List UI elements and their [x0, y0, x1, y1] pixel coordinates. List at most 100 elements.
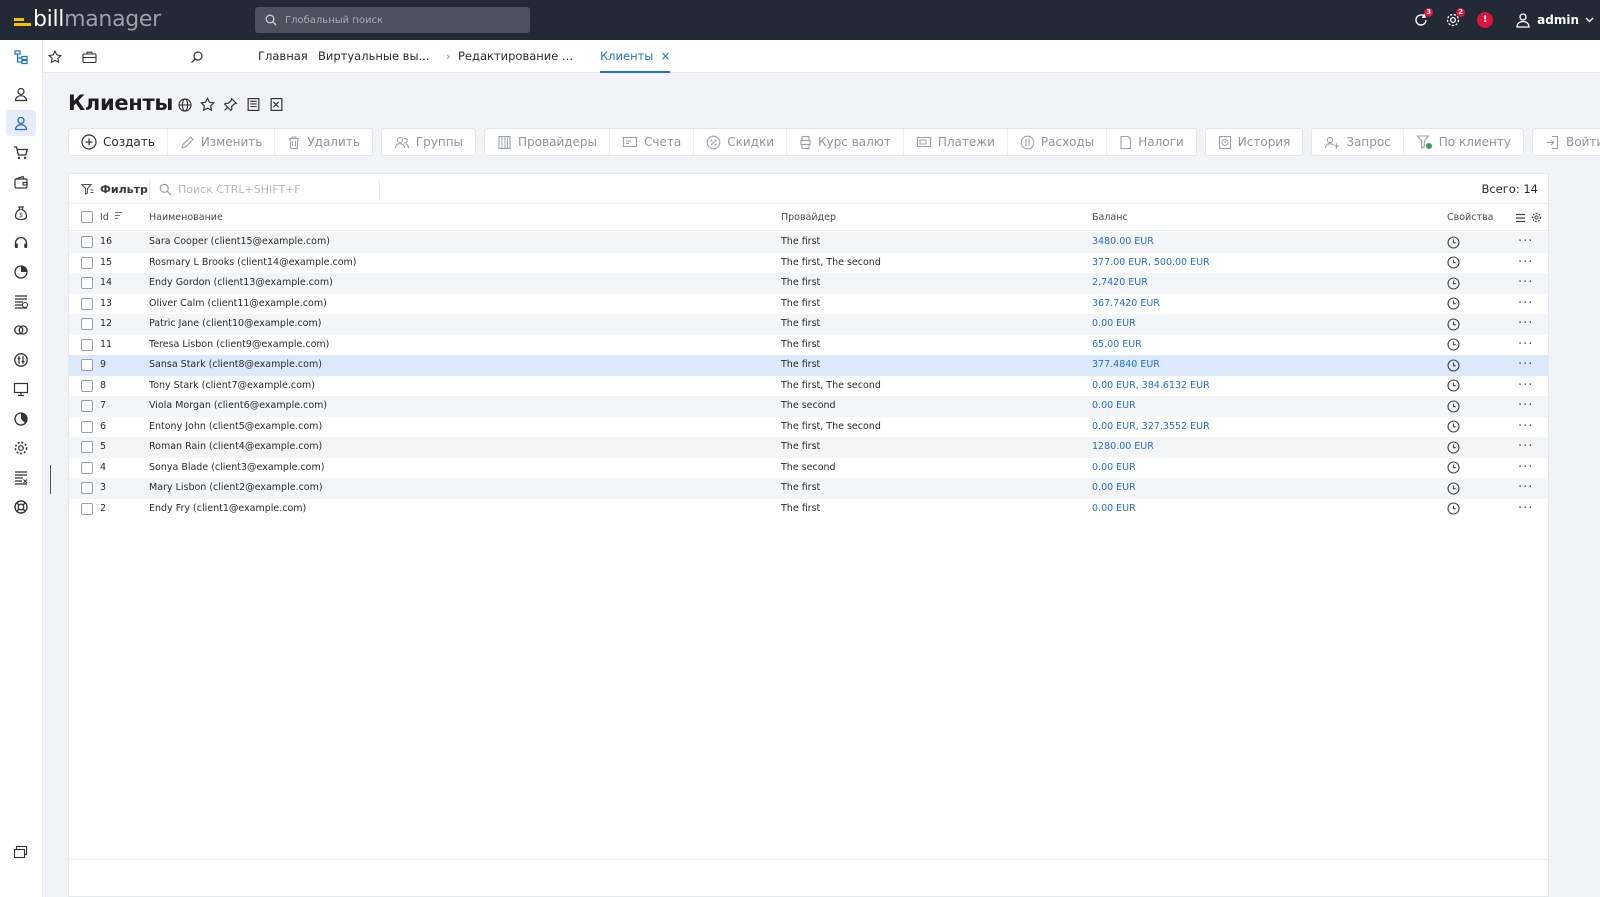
row-more-button[interactable]: ···: [1518, 398, 1533, 419]
sync-notifications-button[interactable]: 3: [1405, 0, 1437, 40]
column-id[interactable]: Id: [100, 204, 123, 231]
rail-settings[interactable]: [6, 435, 36, 461]
table-row[interactable]: 7 Viola Morgan (client6@example.com) The s…: [69, 396, 1548, 417]
rail-money[interactable]: $: [6, 200, 36, 226]
row-more-button[interactable]: ···: [1518, 316, 1533, 337]
history-icon[interactable]: [1447, 478, 1460, 499]
table-row[interactable]: 15 Rosmary L Brooks (client14@example.com…: [69, 253, 1548, 274]
history-icon[interactable]: [1447, 458, 1460, 479]
star-icon[interactable]: [199, 96, 216, 113]
expenses-button[interactable]: Расходы: [1008, 129, 1108, 155]
globe-icon[interactable]: [176, 96, 193, 113]
history-icon[interactable]: [1447, 294, 1460, 315]
rail-user[interactable]: [6, 81, 36, 107]
row-more-button[interactable]: ···: [1518, 357, 1533, 378]
rail-monitor[interactable]: [6, 376, 36, 402]
row-more-button[interactable]: ···: [1518, 255, 1533, 276]
table-row[interactable]: 3 Mary Lisbon (client2@example.com) The fi…: [69, 478, 1548, 499]
rail-server-list[interactable]: [6, 464, 36, 490]
logo[interactable]: billmanager: [14, 6, 161, 34]
column-name[interactable]: Наименование: [149, 204, 223, 231]
history-button[interactable]: История: [1206, 129, 1303, 155]
row-more-button[interactable]: ···: [1518, 378, 1533, 399]
create-button[interactable]: Создать: [69, 129, 168, 155]
table-search-input[interactable]: [178, 182, 368, 196]
table-row[interactable]: 12 Patric Jane (client10@example.com) The …: [69, 314, 1548, 335]
column-provider[interactable]: Провайдер: [781, 204, 836, 231]
row-more-button[interactable]: ···: [1518, 234, 1533, 255]
favorites-button[interactable]: [46, 48, 64, 66]
cell-balance[interactable]: 2.7420 EUR: [1092, 273, 1148, 294]
cell-balance[interactable]: 0.00 EUR: [1092, 499, 1136, 520]
table-row[interactable]: 2 Endy Fry (client1@example.com) The first…: [69, 499, 1548, 520]
rail-clients[interactable]: [6, 110, 36, 136]
rail-wallet[interactable]: [6, 170, 36, 196]
row-more-button[interactable]: ···: [1518, 337, 1533, 358]
row-checkbox[interactable]: [81, 297, 93, 310]
rail-reports[interactable]: [6, 406, 36, 432]
row-checkbox[interactable]: [81, 502, 93, 515]
global-search[interactable]: [255, 7, 530, 33]
column-balance[interactable]: Баланс: [1092, 204, 1128, 231]
row-checkbox[interactable]: [81, 420, 93, 433]
table-row[interactable]: 9 Sansa Stark (client8@example.com) The fi…: [69, 355, 1548, 376]
rail-resize-handle[interactable]: [50, 465, 51, 494]
select-all-checkbox[interactable]: [81, 211, 93, 223]
column-properties[interactable]: Свойства: [1447, 204, 1493, 231]
discounts-button[interactable]: Скидки: [694, 129, 787, 155]
row-checkbox[interactable]: [81, 379, 93, 392]
cell-balance[interactable]: 367.7420 EUR: [1092, 294, 1160, 315]
cell-balance[interactable]: 3480.00 EUR: [1092, 232, 1154, 253]
table-row[interactable]: 11 Teresa Lisbon (client9@example.com) The…: [69, 335, 1548, 356]
filter-button[interactable]: Фильтр: [81, 174, 148, 204]
row-more-button[interactable]: ···: [1518, 419, 1533, 440]
table-settings-button[interactable]: [1531, 204, 1542, 231]
close-icon[interactable]: ×: [660, 49, 670, 63]
row-checkbox[interactable]: [81, 338, 93, 351]
edit-button[interactable]: Изменить: [168, 129, 276, 155]
row-more-button[interactable]: ···: [1518, 501, 1533, 522]
table-row[interactable]: 16 Sara Cooper (client15@example.com) The …: [69, 232, 1548, 253]
cell-balance[interactable]: 0.00 EUR: [1092, 458, 1136, 479]
history-icon[interactable]: [1447, 499, 1460, 520]
payments-button[interactable]: Платежи: [904, 129, 1008, 155]
row-checkbox[interactable]: [81, 461, 93, 474]
tab-home[interactable]: Главная: [258, 40, 308, 73]
cell-balance[interactable]: 1280.00 EUR: [1092, 437, 1154, 458]
pin-icon[interactable]: [222, 96, 239, 113]
export-icon[interactable]: [268, 96, 285, 113]
global-search-input[interactable]: [285, 14, 515, 26]
cell-balance[interactable]: 0.00 EUR: [1092, 314, 1136, 335]
rail-cart[interactable]: [6, 140, 36, 166]
tab-clients[interactable]: Клиенты ×: [600, 40, 671, 73]
invoices-button[interactable]: Счета: [610, 129, 695, 155]
history-icon[interactable]: [1447, 273, 1460, 294]
table-row[interactable]: 6 Entony John (client5@example.com) The fi…: [69, 417, 1548, 438]
table-row[interactable]: 13 Oliver Calm (client11@example.com) The …: [69, 294, 1548, 315]
tree-menu-button[interactable]: [6, 44, 36, 70]
providers-button[interactable]: Провайдеры: [485, 129, 611, 155]
row-checkbox[interactable]: [81, 400, 93, 412]
history-icon[interactable]: [1447, 314, 1460, 335]
groups-button[interactable]: Группы: [382, 129, 475, 155]
row-checkbox[interactable]: [81, 318, 93, 330]
delete-button[interactable]: Удалить: [275, 129, 372, 155]
request-button[interactable]: Запрос: [1312, 129, 1404, 155]
table-search[interactable]: [159, 174, 368, 204]
filter-by-client-button[interactable]: По клиенту: [1404, 129, 1523, 155]
rail-stats[interactable]: [6, 259, 36, 285]
history-icon[interactable]: [1447, 232, 1460, 253]
rail-support[interactable]: [6, 230, 36, 256]
tab-search-button[interactable]: [188, 48, 206, 66]
row-more-button[interactable]: ···: [1518, 296, 1533, 317]
tab-edit[interactable]: Редактирование ...: [458, 40, 573, 73]
table-row[interactable]: 14 Endy Gordon (client13@example.com) The …: [69, 273, 1548, 294]
history-icon[interactable]: [1447, 253, 1460, 274]
history-icon[interactable]: [1447, 437, 1460, 458]
history-icon[interactable]: [1447, 355, 1460, 376]
row-checkbox[interactable]: [81, 482, 93, 494]
rail-servers[interactable]: [6, 288, 36, 314]
alert-button[interactable]: !: [1469, 0, 1501, 40]
history-icon[interactable]: [1447, 376, 1460, 397]
rail-windows[interactable]: [6, 839, 36, 865]
